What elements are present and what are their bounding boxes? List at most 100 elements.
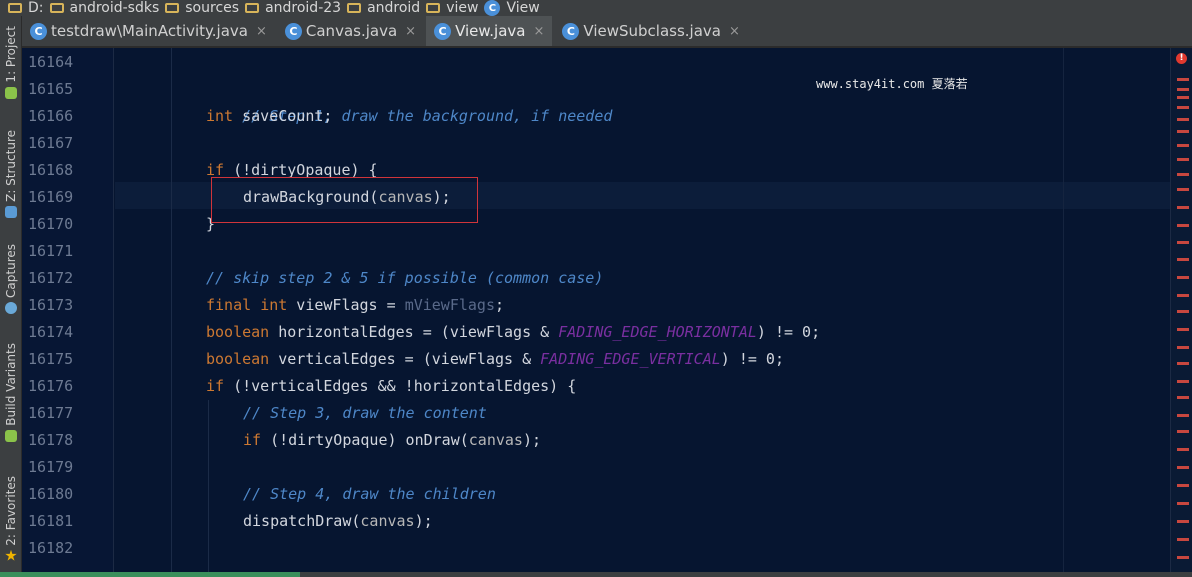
- code-editor[interactable]: // Step 1, draw the background, if neede…: [115, 48, 1170, 577]
- tab-canvas[interactable]: C Canvas.java ×: [277, 16, 424, 46]
- folder-icon: [426, 3, 441, 13]
- tab-view-subclass[interactable]: C ViewSubclass.java ×: [554, 16, 747, 46]
- error-marker[interactable]: [1177, 556, 1189, 559]
- tool-window-structure[interactable]: Z: Structure: [2, 130, 20, 218]
- breadcrumb-item-class[interactable]: C View: [484, 0, 540, 16]
- error-marker[interactable]: [1177, 362, 1189, 365]
- tab-main-activity[interactable]: C testdraw\MainActivity.java ×: [22, 16, 275, 46]
- code-line[interactable]: if (!dirtyOpaque) onDraw(canvas);: [243, 427, 541, 454]
- error-marker[interactable]: [1177, 106, 1189, 109]
- error-marker[interactable]: [1177, 430, 1189, 433]
- code-line[interactable]: final int viewFlags = mViewFlags;: [206, 292, 504, 319]
- error-marker[interactable]: [1177, 158, 1189, 161]
- error-marker[interactable]: [1177, 224, 1189, 227]
- class-icon: C: [30, 22, 47, 40]
- error-marker[interactable]: [1177, 258, 1189, 261]
- code-line[interactable]: dispatchDraw(canvas);: [243, 508, 433, 535]
- android-icon: [5, 86, 17, 99]
- error-marker[interactable]: [1177, 414, 1189, 417]
- breadcrumb-item[interactable]: android-23: [245, 0, 341, 16]
- line-number: 16166: [28, 107, 74, 125]
- android-icon: [5, 429, 17, 442]
- error-stripe-bar[interactable]: !: [1170, 48, 1192, 577]
- code-line[interactable]: boolean horizontalEdges = (viewFlags & F…: [206, 319, 820, 346]
- error-marker[interactable]: [1177, 448, 1189, 451]
- watermark: www.stay4it.com 夏落若: [816, 77, 968, 91]
- error-marker[interactable]: [1177, 88, 1189, 91]
- tool-window-project[interactable]: 1: Project: [2, 26, 20, 99]
- close-icon[interactable]: ×: [405, 24, 416, 39]
- error-marker[interactable]: [1177, 241, 1189, 244]
- error-marker[interactable]: [1177, 396, 1189, 399]
- error-marker[interactable]: [1177, 144, 1189, 147]
- error-marker[interactable]: [1177, 466, 1189, 469]
- editor-tab-bar: C testdraw\MainActivity.java × C Canvas.…: [22, 16, 1192, 48]
- error-marker[interactable]: [1177, 188, 1189, 191]
- error-marker[interactable]: [1177, 206, 1189, 209]
- error-marker[interactable]: [1177, 538, 1189, 541]
- line-number: 16182: [28, 539, 74, 557]
- tool-window-captures[interactable]: Captures: [2, 244, 20, 314]
- close-icon[interactable]: ×: [533, 24, 544, 39]
- captures-icon: [5, 301, 17, 314]
- code-line[interactable]: // Step 3, draw the content: [243, 400, 487, 427]
- error-marker[interactable]: [1177, 310, 1189, 313]
- close-icon[interactable]: ×: [729, 24, 740, 39]
- tab-label: Canvas.java: [305, 22, 398, 40]
- breadcrumb-item[interactable]: android: [347, 0, 420, 16]
- code-line[interactable]: // skip step 2 & 5 if possible (common c…: [206, 265, 603, 292]
- code-line[interactable]: // Step 4, draw the children: [243, 481, 496, 508]
- error-marker[interactable]: [1177, 328, 1189, 331]
- line-number: 16170: [28, 215, 74, 233]
- class-icon: C: [434, 22, 452, 40]
- code-line[interactable]: // Step 1, draw the background, if neede…: [206, 76, 612, 125]
- error-marker[interactable]: [1177, 520, 1189, 523]
- tool-window-favorites[interactable]: 2: Favorites: [2, 476, 20, 562]
- error-marker[interactable]: [1177, 130, 1189, 133]
- line-number: 16179: [28, 458, 74, 476]
- line-number: 16173: [28, 296, 74, 314]
- structure-icon: [5, 205, 17, 218]
- error-marker[interactable]: [1177, 78, 1189, 81]
- line-number: 16164: [28, 53, 74, 71]
- indent-guide: [171, 48, 172, 577]
- line-number: 16171: [28, 242, 74, 260]
- error-icon[interactable]: !: [1176, 53, 1187, 64]
- class-icon: C: [562, 22, 580, 40]
- error-marker[interactable]: [1177, 502, 1189, 505]
- error-marker[interactable]: [1177, 173, 1189, 176]
- error-marker[interactable]: [1177, 118, 1189, 121]
- folder-icon: [347, 3, 362, 13]
- error-marker[interactable]: [1177, 96, 1189, 99]
- line-number: 16174: [28, 323, 74, 341]
- breadcrumb: D: android-sdks sources android-23 andro…: [0, 0, 1192, 16]
- indent-guide: [208, 400, 209, 577]
- tool-window-build-variants[interactable]: Build Variants: [2, 343, 20, 442]
- annotation-highlight-box: [211, 177, 478, 223]
- breadcrumb-item[interactable]: view: [426, 0, 478, 16]
- breadcrumb-drive[interactable]: D:: [8, 0, 44, 16]
- class-icon: C: [484, 0, 501, 16]
- code-line[interactable]: boolean verticalEdges = (viewFlags & FAD…: [206, 346, 784, 373]
- tab-label: testdraw\MainActivity.java: [51, 22, 248, 40]
- error-marker[interactable]: [1177, 484, 1189, 487]
- line-number: 16172: [28, 269, 74, 287]
- line-number-gutter[interactable]: 16164 16165 16166 16167 16168 16169 1617…: [22, 48, 114, 577]
- code-line[interactable]: int saveCount;: [206, 103, 332, 130]
- folder-icon: [165, 3, 180, 13]
- breadcrumb-item[interactable]: android-sdks: [49, 0, 159, 16]
- tab-view[interactable]: C View.java ×: [426, 16, 553, 46]
- close-icon[interactable]: ×: [256, 24, 267, 39]
- error-marker[interactable]: [1177, 276, 1189, 279]
- left-tool-strip: 1: Project Z: Structure Captures Build V…: [0, 16, 22, 577]
- line-number: 16175: [28, 350, 74, 368]
- error-marker[interactable]: [1177, 380, 1189, 383]
- line-number: 16165: [28, 80, 74, 98]
- bottom-status-strip: [0, 572, 1192, 577]
- error-marker[interactable]: [1177, 346, 1189, 349]
- line-number: 16181: [28, 512, 74, 530]
- error-marker[interactable]: [1177, 294, 1189, 297]
- line-number: 16169: [28, 188, 74, 206]
- code-line[interactable]: if (!verticalEdges && !horizontalEdges) …: [206, 373, 576, 400]
- breadcrumb-item[interactable]: sources: [165, 0, 239, 16]
